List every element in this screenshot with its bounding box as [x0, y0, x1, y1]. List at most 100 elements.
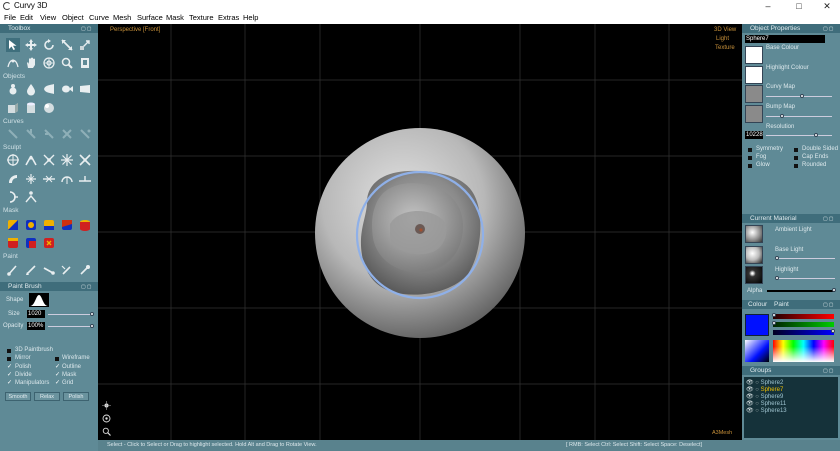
- group-item[interactable]: 👁 ○ Sphere2: [746, 379, 783, 386]
- minimize-button[interactable]: –: [753, 0, 783, 12]
- 3d-viewport[interactable]: Perspective [Front] 3D View Light Textur…: [98, 24, 742, 440]
- group-item[interactable]: 👁 ○ Sphere9: [746, 393, 783, 400]
- opacity-slider-knob[interactable]: [90, 324, 94, 328]
- lock-icon[interactable]: ○: [755, 408, 759, 414]
- base-colour-swatch[interactable]: [745, 46, 763, 64]
- paint-brush-4-icon[interactable]: [60, 263, 74, 277]
- bulb-object-icon[interactable]: [6, 82, 20, 96]
- curve-tool-5-icon[interactable]: [78, 127, 92, 141]
- menu-object[interactable]: Object: [62, 13, 84, 22]
- check-icon-outline[interactable]: ✓: [55, 363, 60, 370]
- maximize-button[interactable]: □: [784, 0, 814, 12]
- menu-view[interactable]: View: [40, 13, 56, 22]
- menu-texture[interactable]: Texture: [189, 13, 214, 22]
- check-icon-manipulators[interactable]: ✓: [7, 379, 12, 386]
- bump-map-knob[interactable]: [780, 114, 784, 118]
- check-icon-grid[interactable]: ✓: [55, 379, 60, 386]
- orbit-icon[interactable]: [42, 56, 56, 70]
- menu-mask[interactable]: Mask: [166, 13, 184, 22]
- highlight-knob[interactable]: [775, 276, 779, 280]
- transform-icon[interactable]: [78, 38, 92, 52]
- checkbox-3d-paintbrush[interactable]: [7, 349, 11, 353]
- menu-surface[interactable]: Surface: [137, 13, 163, 22]
- mask-tool-8-icon[interactable]: [42, 236, 56, 250]
- sculpt-spread-icon[interactable]: [42, 153, 56, 167]
- sculpt-figure-icon[interactable]: [24, 190, 38, 204]
- menu-edit[interactable]: Edit: [20, 13, 33, 22]
- sphere-object-icon[interactable]: [42, 101, 56, 115]
- checkbox-double-sided[interactable]: [794, 148, 798, 152]
- curve-tool-3-icon[interactable]: [42, 127, 56, 141]
- plane-object-icon[interactable]: [78, 82, 92, 96]
- bezier-icon[interactable]: [6, 56, 20, 70]
- checkbox-rounded[interactable]: [794, 164, 798, 168]
- bump-map-slider[interactable]: [766, 116, 832, 117]
- alpha-knob[interactable]: [832, 288, 836, 292]
- mask-tool-4-icon[interactable]: [60, 218, 74, 232]
- cube-object-icon[interactable]: [6, 101, 20, 115]
- base-light-slider[interactable]: [775, 258, 835, 259]
- resolution-value[interactable]: 10228: [745, 131, 763, 139]
- current-colour-swatch[interactable]: [745, 314, 769, 336]
- bump-map-swatch[interactable]: [745, 105, 763, 123]
- paint-brush-2-icon[interactable]: [24, 263, 38, 277]
- cylinder-object-icon[interactable]: [24, 101, 38, 115]
- colour-shade-picker[interactable]: [745, 340, 769, 362]
- colour-spectrum-picker[interactable]: [773, 340, 834, 362]
- checkbox-symmetry[interactable]: [748, 148, 752, 152]
- size-slider[interactable]: [48, 314, 93, 315]
- checkbox-glow[interactable]: [748, 164, 752, 168]
- viewport-3d-view-label[interactable]: 3D View: [714, 27, 736, 33]
- close-button[interactable]: ✕: [812, 0, 840, 12]
- check-icon-divide[interactable]: ✓: [7, 371, 12, 378]
- viewport-orbit-icon[interactable]: [102, 414, 111, 423]
- curve-tool-2-icon[interactable]: [24, 127, 38, 141]
- check-icon-polish[interactable]: ✓: [7, 363, 12, 370]
- highlight-slider[interactable]: [775, 278, 835, 279]
- sculpt-pinch-icon[interactable]: [24, 153, 38, 167]
- mask-tool-2-icon[interactable]: [24, 218, 38, 232]
- green-channel-slider[interactable]: [773, 322, 834, 327]
- blue-channel-slider[interactable]: [773, 330, 834, 335]
- eye-icon[interactable]: 👁: [746, 408, 754, 414]
- size-slider-knob[interactable]: [90, 312, 94, 316]
- tab-paint[interactable]: Paint: [774, 300, 789, 309]
- hand-pan-icon[interactable]: [24, 56, 38, 70]
- polish-button[interactable]: Polish: [63, 392, 89, 401]
- sculpt-arc-icon[interactable]: [6, 190, 20, 204]
- relax-button[interactable]: Relax: [34, 392, 60, 401]
- paint-brush-1-icon[interactable]: [6, 263, 20, 277]
- paint-brush-5-icon[interactable]: [78, 263, 92, 277]
- mask-tool-5-icon[interactable]: [78, 218, 92, 232]
- red-channel-slider[interactable]: [773, 314, 834, 319]
- checkbox-fog[interactable]: [748, 156, 752, 160]
- scale-icon[interactable]: [60, 38, 74, 52]
- ambient-light-swatch[interactable]: [745, 225, 763, 243]
- viewport-light-icon[interactable]: [102, 401, 111, 410]
- checkbox-wireframe[interactable]: [55, 357, 59, 361]
- curvy-map-swatch[interactable]: [745, 85, 763, 103]
- opacity-value[interactable]: 100%: [27, 322, 45, 330]
- move-icon[interactable]: [24, 38, 38, 52]
- object-name-field[interactable]: Sphere7: [745, 35, 825, 43]
- mask-tool-3-icon[interactable]: [42, 218, 56, 232]
- mask-tool-7-icon[interactable]: [24, 236, 38, 250]
- check-icon-mask[interactable]: ✓: [55, 371, 60, 378]
- resolution-slider[interactable]: [766, 135, 832, 136]
- blue-channel-knob[interactable]: [831, 329, 835, 333]
- green-channel-knob[interactable]: [772, 321, 776, 325]
- viewport-texture-label[interactable]: Texture: [715, 45, 735, 51]
- curvy-map-knob[interactable]: [800, 94, 804, 98]
- paint-brush-3-icon[interactable]: [42, 263, 56, 277]
- smooth-button[interactable]: Smooth: [5, 392, 31, 401]
- menu-help[interactable]: Help: [243, 13, 258, 22]
- size-value[interactable]: 1020: [27, 310, 45, 318]
- sculpt-dome-icon[interactable]: [60, 172, 74, 186]
- select-arrow-icon[interactable]: [6, 38, 20, 52]
- checkbox-cap-ends[interactable]: [794, 156, 798, 160]
- menu-mesh[interactable]: Mesh: [113, 13, 131, 22]
- zoom-icon[interactable]: [60, 56, 74, 70]
- fish-object-icon[interactable]: [60, 82, 74, 96]
- highlight-colour-swatch[interactable]: [745, 66, 763, 84]
- brush-shape-preview[interactable]: [29, 293, 49, 307]
